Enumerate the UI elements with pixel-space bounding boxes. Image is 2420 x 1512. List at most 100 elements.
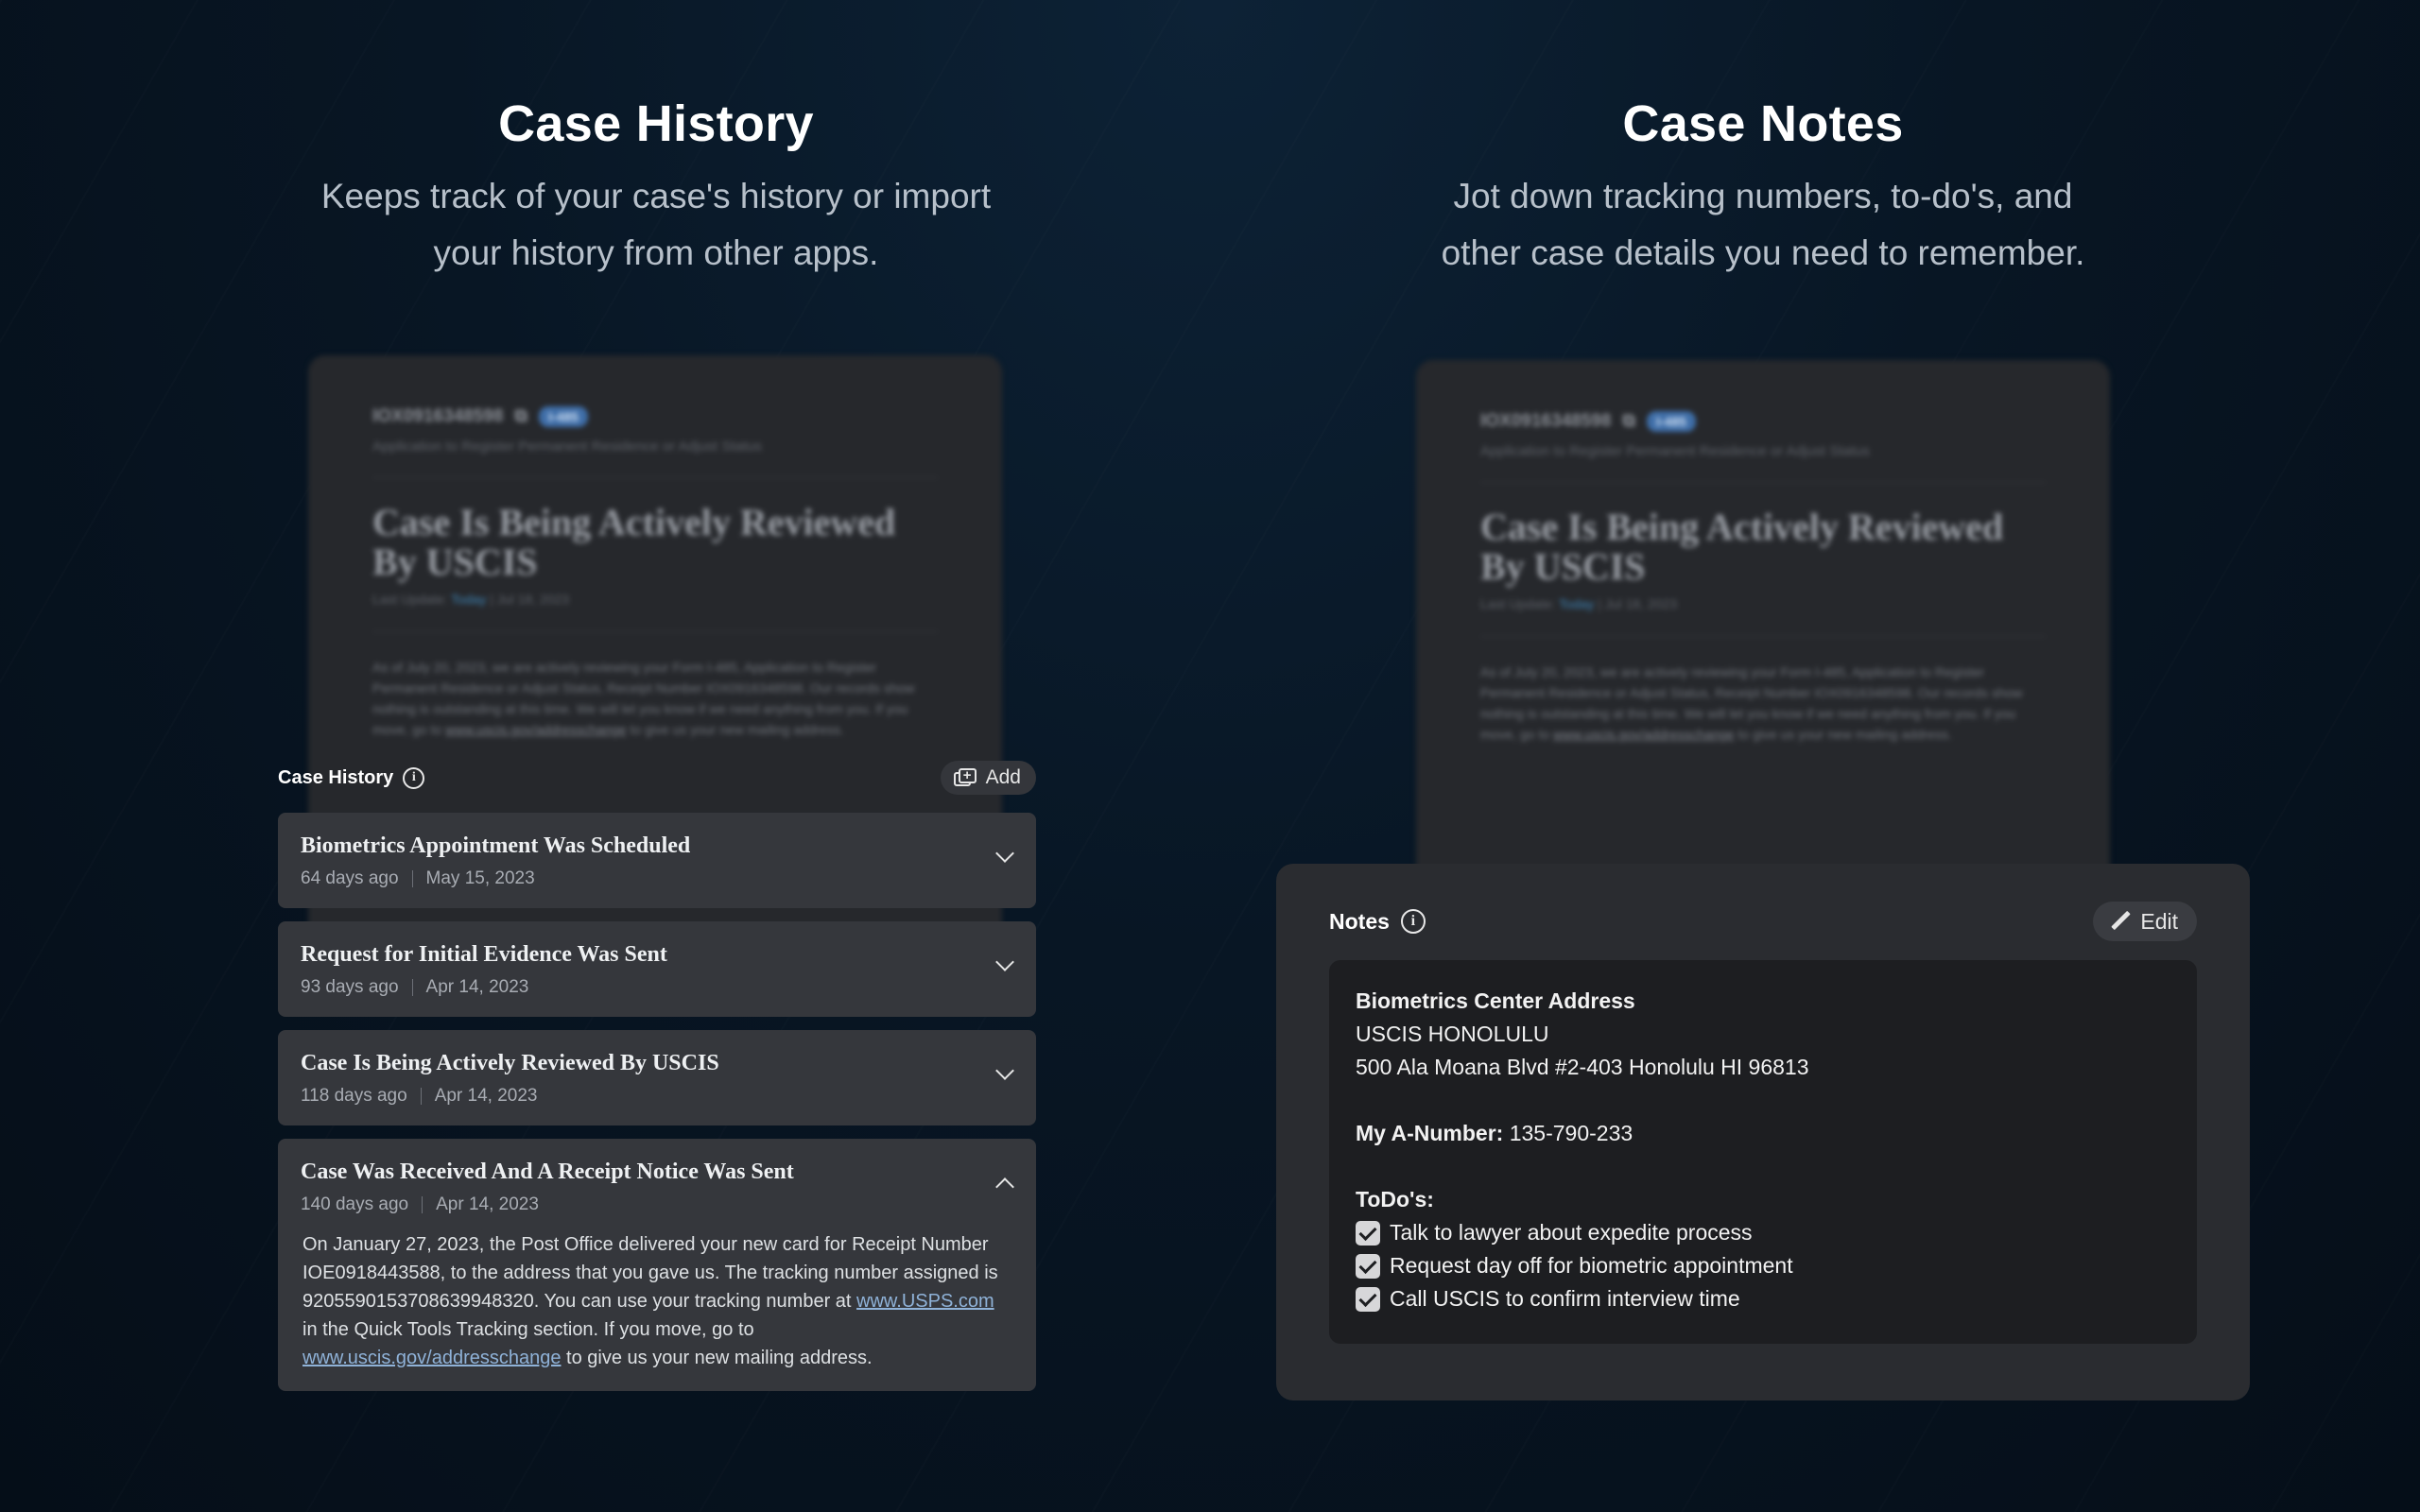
history-item[interactable]: Request for Initial Evidence Was Sent 93… [278,921,1036,1017]
form-badge: I-485 [1646,411,1696,432]
todo-item: Call USCIS to confirm interview time [1356,1282,2170,1315]
case-history-panel-title-text: Case History [278,766,394,788]
history-item-title: Request for Initial Evidence Was Sent [301,942,667,967]
case-notes-header: Case Notes Jot down tracking numbers, to… [1290,98,2236,282]
history-body-text: to give us your new mailing address. [566,1348,873,1368]
meta-divider [422,1196,424,1213]
case-history-subtitle-line1: Keeps track of your case's history or im… [320,177,992,215]
history-item-meta: 140 days ago Apr 14, 2023 [301,1194,1013,1215]
address-change-link[interactable]: www.uscis.gov/addresschange [302,1348,561,1368]
status-title: Case Is Being Actively Reviewed By USCIS [1480,506,2004,588]
case-history-panel-header: Case History i + Add [278,756,1036,799]
form-name: Application to Register Permanent Reside… [1480,443,2046,483]
status-body-tail: to give us your new mailing address. [630,722,844,737]
notes-panel: Notes i Edit Biometrics Center Address U… [1276,864,2250,1400]
a-number-row: My A-Number: 135-790-233 [1356,1117,2170,1150]
history-item-meta: 64 days ago May 15, 2023 [301,868,1013,889]
history-item[interactable]: Biometrics Appointment Was Scheduled 64 … [278,813,1036,908]
todo-text: Talk to lawyer about expedite process [1390,1220,1753,1245]
status-body-tail: to give us your new mailing address. [1737,727,1952,742]
meta-divider [411,979,413,996]
add-copy-icon: + [953,768,977,787]
case-history-panel: Case History i + Add Biometrics Appointm… [278,756,1036,1391]
add-button-label: Add [985,766,1021,788]
case-notes-subtitle-line2: other case details you need to remember. [1441,233,2085,272]
notes-panel-header: Notes i Edit [1329,902,2197,941]
history-item-title: Case Was Received And A Receipt Notice W… [301,1160,794,1184]
status-body: As of July 20, 2023, we are actively rev… [1480,662,2046,745]
edit-notes-button[interactable]: Edit [2093,902,2197,941]
notes-content: Biometrics Center Address USCIS HONOLULU… [1329,960,2197,1344]
notes-panel-title-text: Notes [1329,908,1390,934]
last-update-label: Last Update: [1480,596,1556,611]
usps-link[interactable]: www.USPS.com [856,1291,994,1312]
history-item-date: Apr 14, 2023 [434,1086,538,1106]
biometrics-heading: Biometrics Center Address [1356,988,1635,1013]
edit-button-label: Edit [2140,908,2178,934]
status-body-link: www.uscis.gov/addresschange [1553,727,1735,742]
status-body-link: www.uscis.gov/addresschange [445,722,627,737]
info-icon[interactable]: i [403,766,425,789]
receipt-number: IOX0916348598 [1480,411,1612,431]
history-item-ago: 93 days ago [301,977,399,997]
checkbox-checked-icon[interactable] [1356,1220,1380,1246]
pencil-icon [2110,911,2131,932]
receipt-row: IOX0916348598 ⧉ I-485 [372,406,938,427]
checkbox-checked-icon[interactable] [1356,1286,1380,1312]
todo-item: Request day off for biometric appointmen… [1356,1249,2170,1282]
todos-heading: ToDo's: [1356,1187,1434,1211]
history-item-ago: 64 days ago [301,868,399,888]
history-item-date: Apr 14, 2023 [436,1194,539,1214]
meta-divider [420,1088,422,1105]
last-update: Last Update: Today | Jul 18, 2023 [372,592,938,632]
history-item-date: Apr 14, 2023 [425,977,529,997]
add-history-button[interactable]: + Add [940,761,1036,795]
history-item-body: On January 27, 2023, the Post Office del… [301,1230,1013,1372]
meta-divider [411,870,413,887]
case-history-panel-title: Case History i [278,766,425,789]
receipt-number: IOX0916348598 [372,406,504,426]
todo-item: Talk to lawyer about expedite process [1356,1216,2170,1249]
a-number-label: My A-Number: [1356,1121,1504,1145]
todo-text: Request day off for biometric appointmen… [1390,1253,1793,1278]
form-name: Application to Register Permanent Reside… [372,438,938,478]
copy-icon: ⧉ [514,406,527,426]
center-address: 500 Ala Moana Blvd #2-403 Honolulu HI 96… [1356,1055,1809,1079]
history-item[interactable]: Case Is Being Actively Reviewed By USCIS… [278,1030,1036,1125]
last-update-today: Today [451,592,487,607]
history-item-ago: 118 days ago [301,1086,407,1106]
history-item-date: May 15, 2023 [425,868,535,888]
form-badge: I-485 [538,406,588,427]
a-number-value: 135-790-233 [1509,1121,1634,1145]
case-history-subtitle: Keeps track of your case's history or im… [183,168,1129,282]
history-item-ago: 140 days ago [301,1194,409,1214]
last-update: Last Update: Today | Jul 18, 2023 [1480,596,2046,637]
last-update-date: | Jul 18, 2023 [490,592,570,607]
history-item-title: Biometrics Appointment Was Scheduled [301,833,691,858]
status-title: Case Is Being Actively Reviewed By USCIS [372,501,896,583]
copy-icon: ⧉ [1622,411,1635,431]
case-notes-subtitle-line1: Jot down tracking numbers, to-do's, and [1453,177,2073,215]
history-item-meta: 118 days ago Apr 14, 2023 [301,1086,1013,1107]
history-item-title: Case Is Being Actively Reviewed By USCIS [301,1051,719,1075]
info-icon[interactable]: i [1400,909,1426,934]
history-item-meta: 93 days ago Apr 14, 2023 [301,977,1013,998]
case-history-subtitle-line2: your history from other apps. [433,233,879,272]
last-update-date: | Jul 18, 2023 [1598,596,1678,611]
history-item-expanded[interactable]: Case Was Received And A Receipt Notice W… [278,1139,1036,1391]
case-notes-heading: Case Notes [1622,95,1904,152]
last-update-today: Today [1559,596,1595,611]
checkbox-checked-icon[interactable] [1356,1253,1380,1279]
history-body-text: in the Quick Tools Tracking section. If … [302,1319,754,1340]
status-body: As of July 20, 2023, we are actively rev… [372,657,938,740]
case-history-header: Case History Keeps track of your case's … [183,98,1129,282]
notes-panel-title: Notes i [1329,909,1426,935]
case-notes-subtitle: Jot down tracking numbers, to-do's, and … [1290,168,2236,282]
todo-text: Call USCIS to confirm interview time [1390,1286,1740,1311]
center-name: USCIS HONOLULU [1356,1022,1549,1046]
case-history-heading: Case History [498,95,814,152]
last-update-label: Last Update: [372,592,448,607]
receipt-row: IOX0916348598 ⧉ I-485 [1480,411,2046,432]
